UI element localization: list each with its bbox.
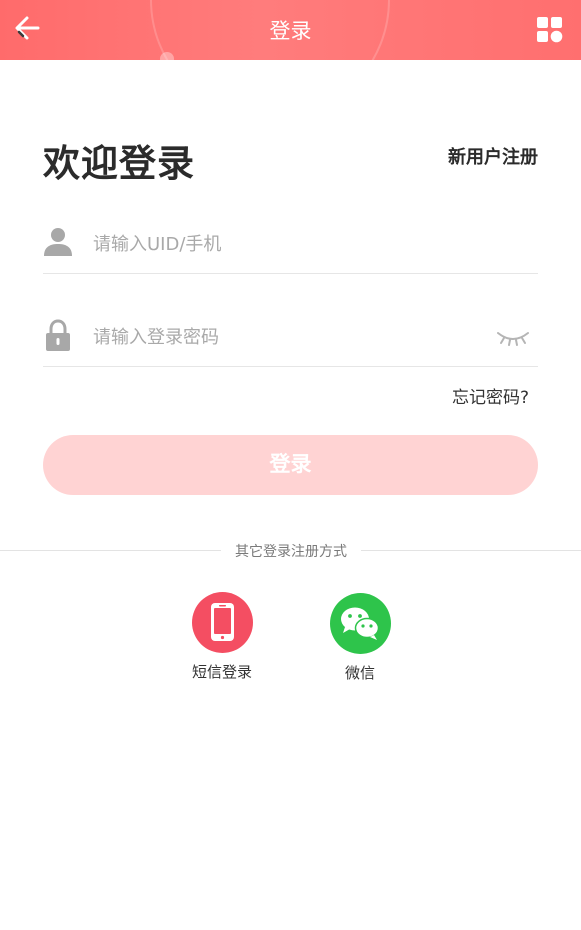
sms-login-circle (191, 592, 253, 653)
divider-line-left (0, 550, 221, 551)
sms-login-button[interactable]: 短信登录 (172, 592, 272, 682)
forgot-password-link[interactable]: 忘记密码? (452, 383, 529, 408)
eye-closed-icon[interactable] (496, 329, 530, 347)
user-icon (44, 228, 72, 256)
header-decoration-dot (160, 52, 174, 60)
sms-login-label: 短信登录 (191, 663, 252, 681)
wechat-login-circle (329, 593, 391, 654)
login-button[interactable]: 登录 (43, 435, 538, 495)
page-title: 登录 (269, 19, 312, 43)
password-field (43, 307, 538, 367)
wechat-login-button[interactable]: 微信 (310, 593, 410, 683)
password-input[interactable] (93, 319, 483, 355)
divider-line-right (361, 550, 581, 551)
grid-menu-button[interactable] (536, 16, 564, 44)
mobile-phone-icon (210, 603, 234, 641)
wechat-login-label: 微信 (344, 664, 375, 682)
lock-icon (46, 319, 70, 351)
other-login-divider: 其它登录注册方式 (0, 539, 581, 561)
header-bar: 登录 (0, 0, 581, 60)
wechat-icon (340, 607, 379, 640)
welcome-heading: 欢迎登录 (43, 142, 195, 185)
uid-field (43, 214, 538, 274)
uid-input[interactable] (93, 226, 483, 262)
grid-apps-icon (537, 17, 563, 43)
divider-text: 其它登录注册方式 (235, 544, 347, 560)
new-user-register-link[interactable]: 新用户注册 (448, 143, 538, 169)
